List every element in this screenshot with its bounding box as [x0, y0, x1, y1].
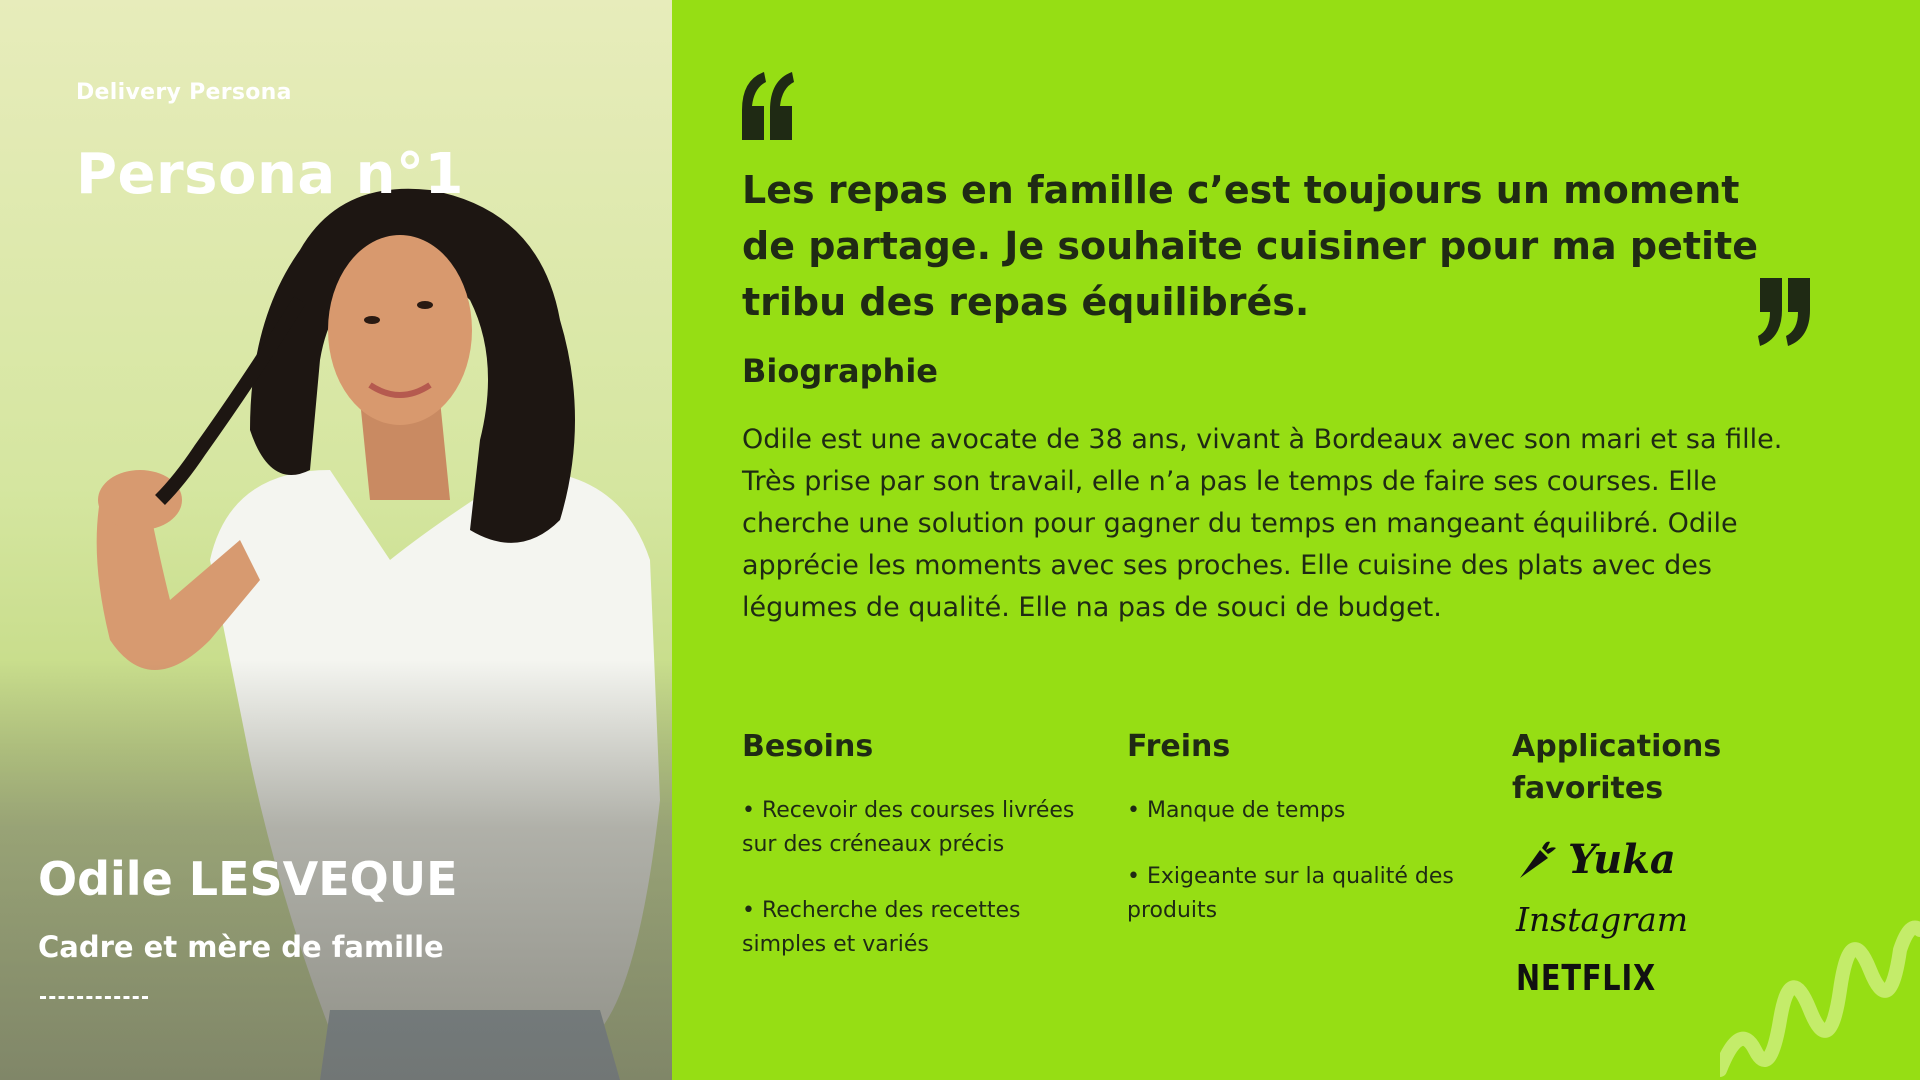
list-item: • Recevoir des courses livrées sur des c… — [742, 798, 1075, 857]
brakes-title: Freins — [1127, 729, 1231, 764]
biography-title: Biographie — [742, 352, 938, 390]
carrot-icon — [1520, 841, 1556, 878]
brakes-section: Freins • Manque de temps • Exigeante sur… — [1127, 726, 1467, 960]
list-item: • Recherche des recettes simples et vari… — [742, 898, 1021, 957]
app-name: NETFLIX — [1516, 958, 1656, 999]
persona-quote: Les repas en famille c’est toujours un m… — [742, 168, 1758, 324]
persona-photo-panel: Delivery Persona Persona n°1 Odile LESVE… — [0, 0, 672, 1080]
decorative-squiggle — [1720, 920, 1920, 1077]
apps-title: Applications favorites — [1512, 729, 1722, 806]
app-logo-instagram: Instagram — [1516, 900, 1688, 939]
persona-category-label: Delivery Persona — [76, 80, 292, 105]
app-logo-netflix: NETFLIX — [1516, 958, 1691, 999]
brakes-list: • Manque de temps • Exigeante sur la qua… — [1127, 794, 1467, 928]
persona-role: Cadre et mère de famille — [38, 930, 444, 964]
apps-section: Applications favorites — [1512, 726, 1812, 810]
needs-list: • Recevoir des courses livrées sur des c… — [742, 794, 1082, 962]
app-name: Yuka — [1568, 836, 1676, 883]
app-name: Instagram — [1516, 900, 1689, 939]
dash-divider — [40, 996, 148, 999]
needs-title: Besoins — [742, 729, 874, 764]
app-logo-yuka: Yuka — [1516, 836, 1676, 883]
persona-name: Odile LESVEQUE — [38, 852, 458, 906]
biography-text: Odile est une avocate de 38 ans, vivant … — [742, 424, 1783, 623]
needs-section: Besoins • Recevoir des courses livrées s… — [742, 726, 1082, 994]
list-item: • Manque de temps — [1127, 798, 1346, 823]
quote-close-icon — [1758, 278, 1810, 346]
list-item: • Exigeante sur la qualité des produits — [1127, 864, 1454, 923]
quote-open-icon — [742, 72, 794, 140]
persona-title: Persona n°1 — [76, 142, 464, 207]
